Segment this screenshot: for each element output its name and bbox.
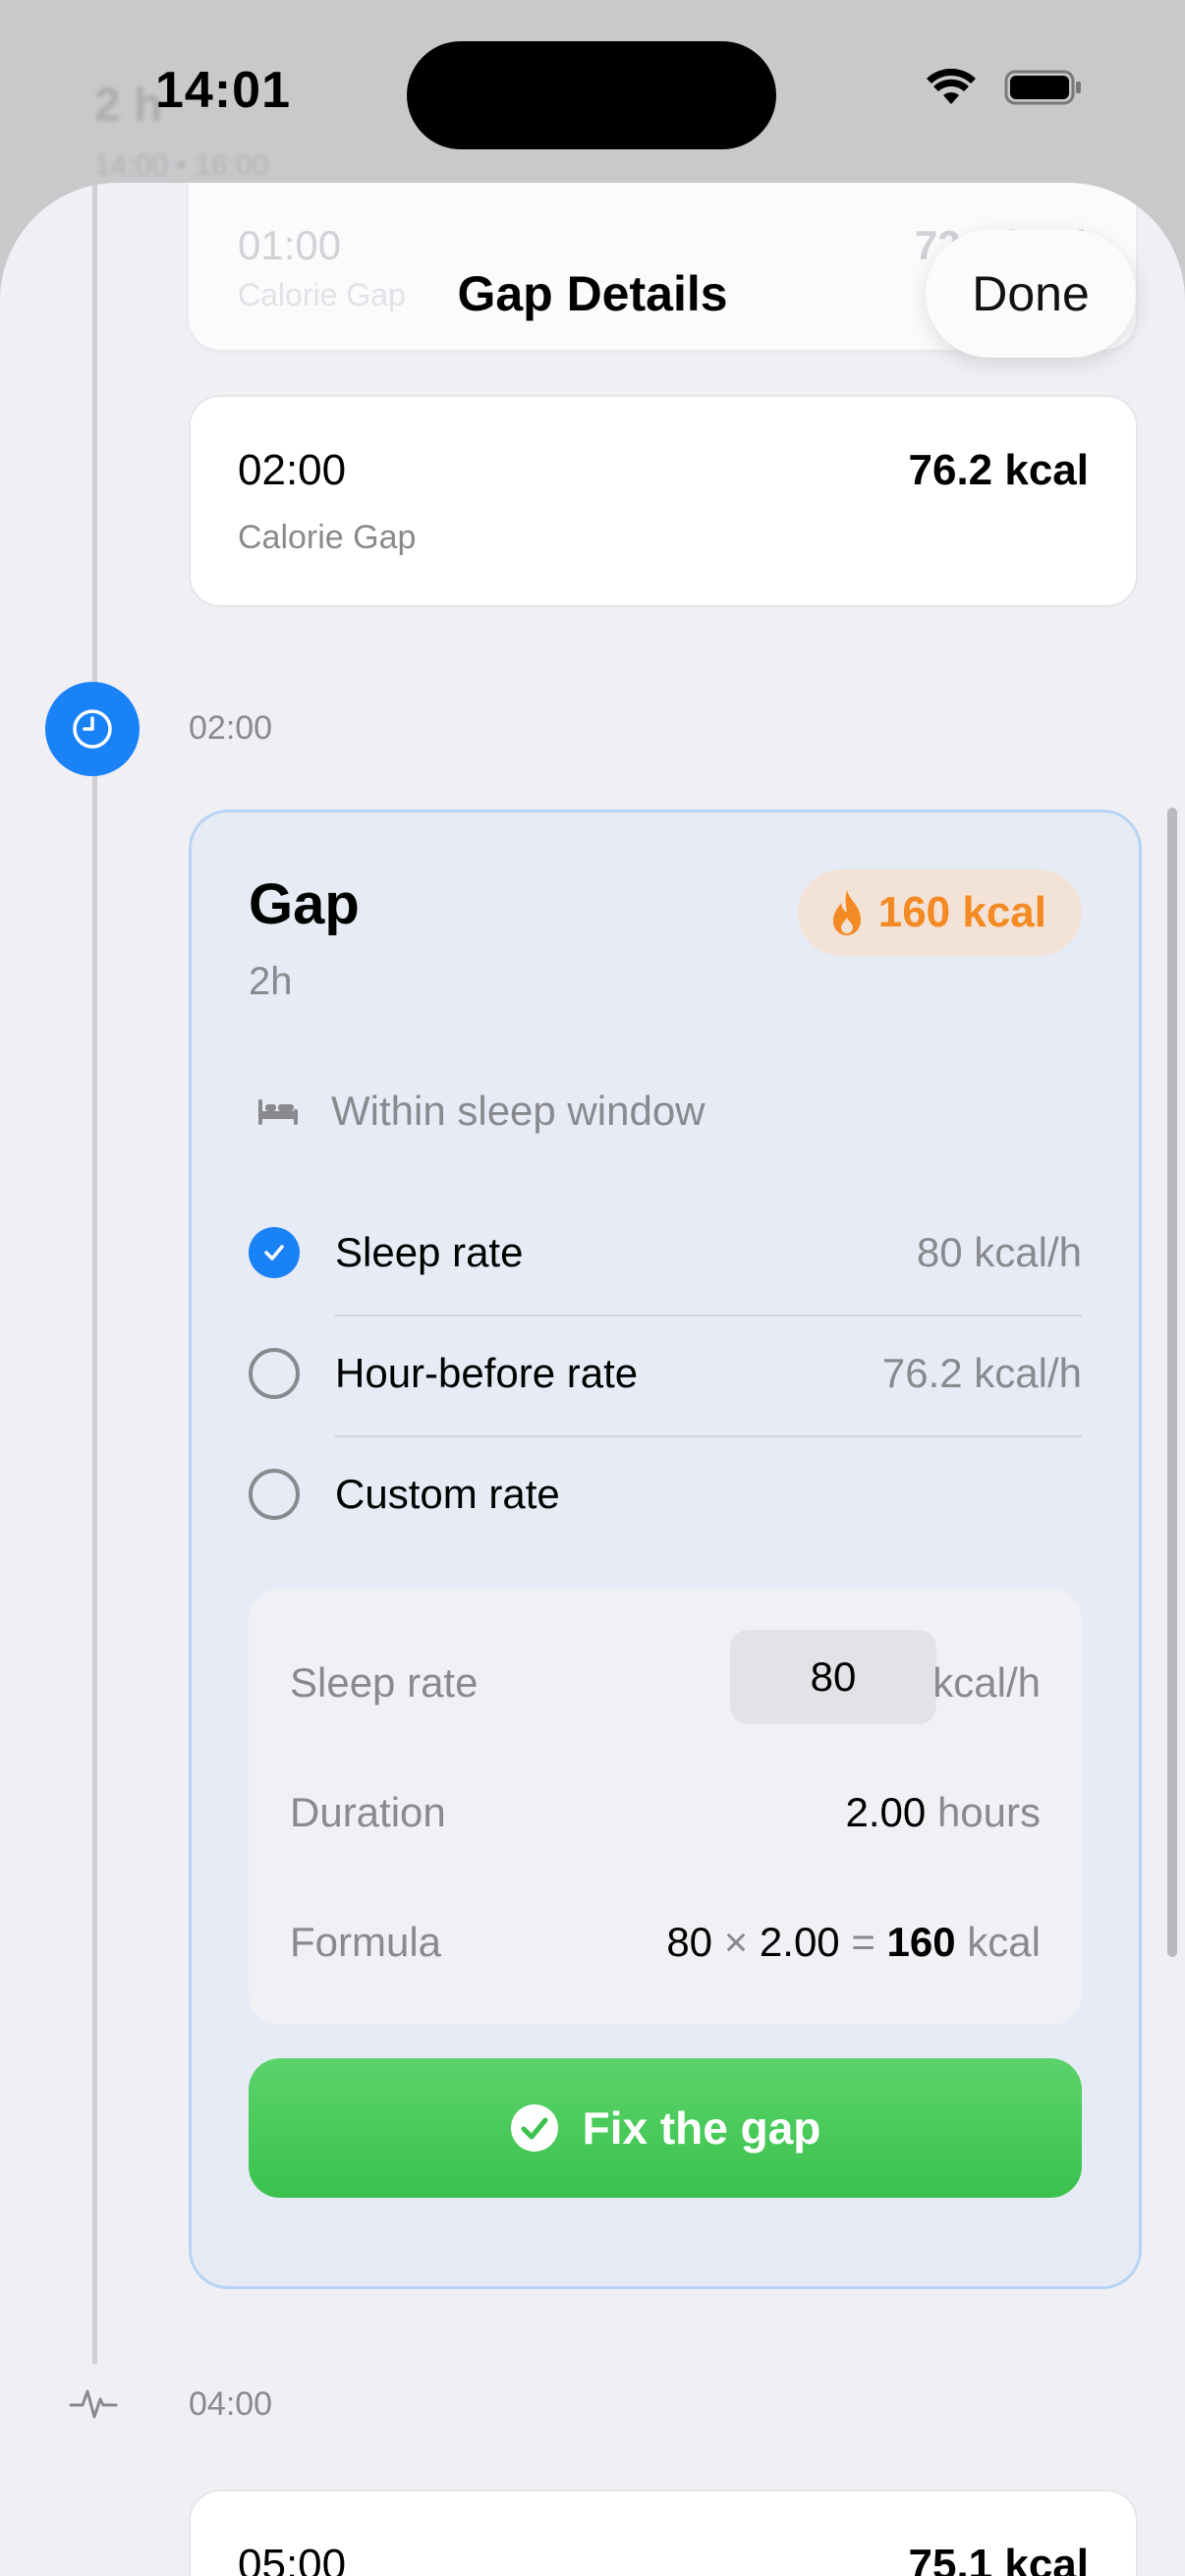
previous-entry-time: 01:00: [238, 222, 342, 268]
fix-gap-button[interactable]: Fix the gap: [249, 2058, 1082, 2198]
entry-label: Calorie Gap: [238, 519, 417, 556]
flame-icon: [832, 890, 861, 935]
dynamic-island: [407, 41, 776, 149]
radio-unchecked[interactable]: [249, 1348, 300, 1399]
option-custom-rate[interactable]: Custom rate: [249, 1439, 1082, 1557]
option-sleep-rate[interactable]: Sleep rate 80 kcal/h: [249, 1198, 1082, 1316]
formula-equals: =: [851, 1919, 875, 1965]
scrollbar[interactable]: [1167, 808, 1177, 1957]
background-subtitle: 14:00 • 16:00: [94, 149, 269, 182]
option-rate: 76.2 kcal/h: [881, 1350, 1082, 1396]
rate-label: Sleep rate: [290, 1659, 479, 1706]
battery-icon: [1004, 70, 1081, 105]
formula-hours: 2.00: [759, 1919, 840, 1965]
duration-value: 2.00: [845, 1789, 927, 1835]
gap-kcal-value: 160 kcal: [877, 888, 1046, 936]
formula-expression: 80 × 2.00 = 160 kcal: [666, 1919, 1041, 1966]
timeline-line: [92, 183, 97, 2364]
done-button[interactable]: Done: [926, 230, 1136, 358]
sleep-window-note: Within sleep window: [256, 1088, 705, 1135]
gap-details-sheet: 01:00 72.3 kcal Calorie Gap Gap Details …: [0, 183, 1185, 2576]
formula-unit: kcal: [967, 1919, 1041, 1965]
entry-time: 02:00: [238, 446, 347, 494]
bed-icon: [258, 1099, 298, 1125]
option-hour-before-rate[interactable]: Hour-before rate 76.2 kcal/h: [249, 1318, 1082, 1436]
entry-card-0200[interactable]: 02:00 76.2 kcal Calorie Gap: [189, 395, 1138, 607]
formula-row: Formula 80 × 2.00 = 160 kcal: [290, 1919, 1041, 1968]
rate-row: Sleep rate 80 kcal/h: [290, 1630, 1041, 1724]
calculation-box: Sleep rate 80 kcal/h Duration 2.00 hours…: [249, 1589, 1082, 2025]
timeline-time-label: 02:00: [189, 709, 273, 747]
entry-card-0500[interactable]: 05:00 75.1 kcal: [189, 2490, 1138, 2576]
background-title: 2 h: [94, 80, 163, 132]
formula-times: ×: [723, 1919, 749, 1965]
option-label: Custom rate: [335, 1471, 560, 1517]
option-label: Sleep rate: [335, 1229, 524, 1275]
option-divider: [335, 1315, 1082, 1316]
formula-result: 160: [886, 1919, 956, 1965]
heartbeat-icon: [69, 2389, 118, 2419]
option-rate: 80 kcal/h: [916, 1229, 1082, 1275]
option-divider: [335, 1435, 1082, 1437]
fix-gap-label: Fix the gap: [582, 2102, 821, 2154]
clock-marker: [45, 682, 140, 776]
duration-row: Duration 2.00 hours: [290, 1789, 1041, 1838]
checkmark-circle-icon: [510, 2104, 558, 2152]
timeline-time-label: 04:00: [189, 2385, 273, 2423]
entry-kcal: 75.1 kcal: [908, 2541, 1090, 2576]
sleep-window-text: Within sleep window: [331, 1088, 705, 1134]
duration-unit: hours: [936, 1789, 1041, 1835]
formula-rate: 80: [666, 1919, 713, 1965]
duration-label: Duration: [290, 1789, 446, 1835]
checkmark-icon: [264, 1245, 284, 1260]
entry-kcal: 76.2 kcal: [908, 446, 1090, 494]
gap-duration: 2h: [249, 960, 293, 1003]
clock-icon: [73, 709, 112, 749]
entry-time: 05:00: [238, 2541, 347, 2576]
gap-title: Gap: [249, 872, 360, 936]
gap-kcal-badge: 160 kcal: [797, 869, 1082, 956]
radio-checked[interactable]: [249, 1227, 300, 1278]
status-time: 14:01: [155, 62, 291, 119]
rate-input[interactable]: 80: [730, 1630, 936, 1724]
gap-card: Gap 2h 160 kcal Within sleep window Slee…: [189, 810, 1142, 2289]
rate-unit: kcal/h: [932, 1659, 1041, 1706]
duration-value-group: 2.00 hours: [846, 1789, 1041, 1836]
formula-label: Formula: [290, 1919, 442, 1965]
radio-unchecked[interactable]: [249, 1469, 300, 1520]
activity-marker: [69, 2381, 118, 2430]
wifi-icon: [927, 69, 976, 104]
status-icons: [926, 69, 1083, 106]
option-label: Hour-before rate: [335, 1350, 639, 1396]
